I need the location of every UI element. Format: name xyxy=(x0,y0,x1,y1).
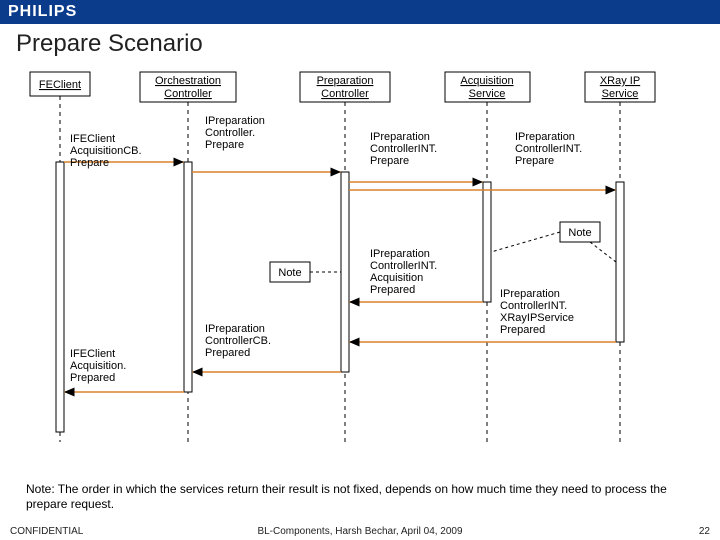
note-box: Note xyxy=(270,262,341,282)
svg-text:Note: Note xyxy=(278,267,301,279)
message-label: IPreparation ControllerINT. XRayIPServic… xyxy=(500,288,577,336)
sequence-diagram: FEClient Orchestration Controller Prepar… xyxy=(0,62,720,482)
footer-right: 22 xyxy=(699,526,710,537)
svg-text:Service: Service xyxy=(469,88,506,100)
footer-center: BL-Components, Harsh Bechar, April 04, 2… xyxy=(0,526,720,537)
svg-text:Preparation: Preparation xyxy=(317,75,374,87)
bottom-note: Note: The order in which the services re… xyxy=(26,482,694,512)
message-label: IFEClient Acquisition. Prepared xyxy=(70,348,129,384)
svg-text:Service: Service xyxy=(602,88,639,100)
message-label: IPreparation Controller. Prepare xyxy=(205,115,268,151)
activation-bar xyxy=(616,182,624,342)
note-box: Note xyxy=(491,222,616,262)
footer: CONFIDENTIAL BL-Components, Harsh Bechar… xyxy=(0,522,720,540)
activation-bar xyxy=(56,162,64,432)
svg-text:Orchestration: Orchestration xyxy=(155,75,221,87)
brand-bar: PHILIPS xyxy=(0,0,720,24)
svg-text:Note: Note xyxy=(568,227,591,239)
message-label: IPreparation ControllerINT. Acquisition … xyxy=(370,248,440,296)
svg-text:Acquisition: Acquisition xyxy=(460,75,513,87)
lifeline-label: FEClient xyxy=(39,79,81,91)
message-label: IPreparation ControllerINT. Prepare xyxy=(515,131,585,167)
svg-text:Controller: Controller xyxy=(321,88,369,100)
svg-text:XRay IP: XRay IP xyxy=(600,75,640,87)
brand-wordmark: PHILIPS xyxy=(0,0,85,24)
activation-bar xyxy=(184,162,192,392)
page-title: Prepare Scenario xyxy=(16,30,704,58)
svg-text:Controller: Controller xyxy=(164,88,212,100)
message-label: IPreparation ControllerINT. Prepare xyxy=(370,131,440,167)
activation-bar xyxy=(341,172,349,372)
message-label: IFEClient AcquisitionCB. Prepare xyxy=(70,133,145,169)
message-label: IPreparation ControllerCB. Prepared xyxy=(205,323,274,359)
activation-bar xyxy=(483,182,491,302)
